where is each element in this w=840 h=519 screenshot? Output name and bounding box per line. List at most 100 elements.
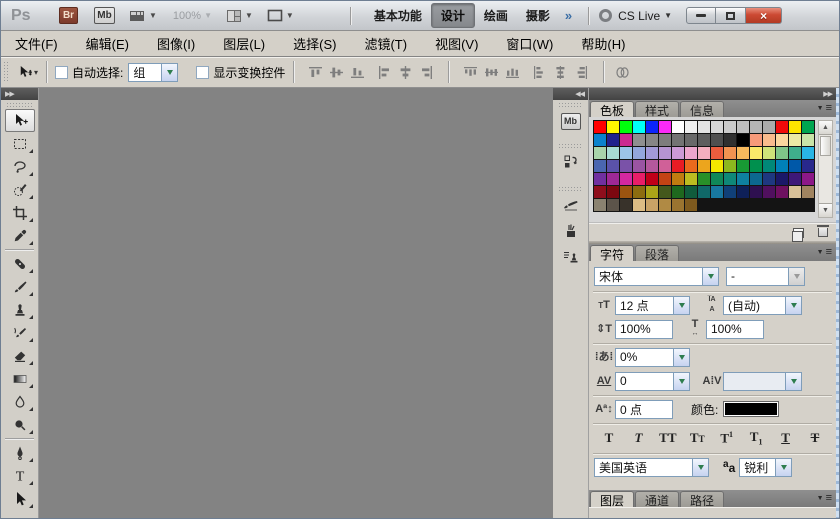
swatch[interactable] xyxy=(633,186,645,198)
swatches-panel-menu-button[interactable]: ▼≡ xyxy=(817,103,832,113)
swatch[interactable] xyxy=(776,173,788,185)
swatch[interactable] xyxy=(685,147,697,159)
swatch[interactable] xyxy=(672,173,684,185)
horizontal-scale-field[interactable]: 100% xyxy=(706,320,764,339)
swatch[interactable] xyxy=(607,160,619,172)
new-swatch-button[interactable] xyxy=(793,228,804,238)
align-vertical-centers-button[interactable] xyxy=(328,65,345,80)
tools-panel-header[interactable]: ▶▶ xyxy=(1,88,38,100)
crop-tool[interactable] xyxy=(5,201,35,224)
dropdown-arrow-icon[interactable] xyxy=(692,458,709,477)
arrange-documents-button[interactable]: ▼ xyxy=(226,9,253,23)
swatch[interactable] xyxy=(646,134,658,146)
dropdown-arrow-icon[interactable] xyxy=(673,372,690,391)
subscript-button[interactable]: T1 xyxy=(744,429,768,447)
swatch[interactable] xyxy=(763,173,775,185)
swatch[interactable] xyxy=(672,186,684,198)
tool-presets-panel-button[interactable] xyxy=(557,219,585,243)
dropdown-arrow-icon[interactable] xyxy=(161,63,178,82)
font-family-dropdown[interactable]: 宋体 xyxy=(594,267,719,286)
auto-select-target-dropdown[interactable]: 组 xyxy=(128,63,178,82)
tab-paragraph[interactable]: 段落 xyxy=(635,245,679,261)
clone-stamp-tool[interactable] xyxy=(5,298,35,321)
menu-layer[interactable]: 图层(L) xyxy=(209,30,279,57)
swatch[interactable] xyxy=(633,160,645,172)
lasso-tool[interactable] xyxy=(5,155,35,178)
swatch[interactable] xyxy=(620,160,632,172)
swatch[interactable] xyxy=(659,173,671,185)
swatch[interactable] xyxy=(711,173,723,185)
dropdown-arrow-icon[interactable] xyxy=(702,267,719,286)
scroll-down-icon[interactable]: ▼ xyxy=(819,203,832,217)
swatch[interactable] xyxy=(711,186,723,198)
swatch[interactable] xyxy=(711,160,723,172)
zoom-level-control[interactable]: 100% ▼ xyxy=(173,10,212,22)
swatch[interactable] xyxy=(802,134,814,146)
swatch[interactable] xyxy=(763,160,775,172)
menu-view[interactable]: 视图(V) xyxy=(421,30,492,57)
small-caps-button[interactable]: TT xyxy=(685,430,709,446)
tools-grip[interactable] xyxy=(6,102,33,107)
workspace-design[interactable]: 设计 xyxy=(431,3,475,28)
scrollbar-thumb[interactable] xyxy=(820,136,831,156)
menu-filter[interactable]: 滤镜(T) xyxy=(350,30,421,57)
swatch[interactable] xyxy=(607,134,619,146)
swatch[interactable] xyxy=(763,121,775,133)
eyedropper-tool[interactable] xyxy=(5,224,35,247)
rectangular-marquee-tool[interactable] xyxy=(5,132,35,155)
swatch[interactable] xyxy=(685,199,697,211)
distribute-right-edges-button[interactable] xyxy=(573,65,590,80)
launch-mini-bridge-button[interactable]: Mb xyxy=(94,7,115,24)
distribute-bottom-edges-button[interactable] xyxy=(504,65,521,80)
swatch[interactable] xyxy=(802,147,814,159)
workspace-photography[interactable]: 摄影 xyxy=(517,4,559,27)
eraser-tool[interactable] xyxy=(5,344,35,367)
swatch[interactable] xyxy=(724,121,736,133)
distribute-left-edges-button[interactable] xyxy=(531,65,548,80)
swatch[interactable] xyxy=(737,121,749,133)
swatch[interactable] xyxy=(685,160,697,172)
swatch[interactable] xyxy=(607,199,619,211)
swatch[interactable] xyxy=(633,121,645,133)
options-grip[interactable] xyxy=(3,61,9,83)
swatch[interactable] xyxy=(633,147,645,159)
vertical-scale-field[interactable]: 100% xyxy=(615,320,673,339)
swatch[interactable] xyxy=(724,134,736,146)
brush-panel-button[interactable] xyxy=(557,193,585,217)
swatch[interactable] xyxy=(672,199,684,211)
swatch[interactable] xyxy=(698,121,710,133)
leading-dropdown[interactable]: (自动) xyxy=(723,296,802,315)
history-brush-tool[interactable] xyxy=(5,321,35,344)
align-horizontal-centers-button[interactable] xyxy=(397,65,414,80)
blur-tool[interactable] xyxy=(5,390,35,413)
swatch[interactable] xyxy=(724,160,736,172)
spot-healing-brush-tool[interactable] xyxy=(5,252,35,275)
view-extras-button[interactable]: ▼ xyxy=(129,9,157,23)
tab-character[interactable]: 字符 xyxy=(590,245,634,261)
pen-tool[interactable] xyxy=(5,441,35,464)
swatch[interactable] xyxy=(620,173,632,185)
quick-selection-tool[interactable] xyxy=(5,178,35,201)
swatch[interactable] xyxy=(698,147,710,159)
menu-image[interactable]: 图像(I) xyxy=(143,30,209,57)
tab-styles[interactable]: 样式 xyxy=(635,101,679,117)
swatch[interactable] xyxy=(646,160,658,172)
swatch[interactable] xyxy=(789,173,801,185)
font-style-dropdown[interactable]: - xyxy=(726,267,805,286)
launch-bridge-button[interactable]: Br xyxy=(59,7,78,24)
align-top-edges-button[interactable] xyxy=(307,65,324,80)
swatch[interactable] xyxy=(724,186,736,198)
swatch[interactable] xyxy=(711,147,723,159)
swatch[interactable] xyxy=(633,134,645,146)
swatch[interactable] xyxy=(672,134,684,146)
align-bottom-edges-button[interactable] xyxy=(349,65,366,80)
swatch[interactable] xyxy=(620,134,632,146)
swatch[interactable] xyxy=(711,121,723,133)
swatch[interactable] xyxy=(750,121,762,133)
swatch[interactable] xyxy=(711,134,723,146)
gradient-tool[interactable] xyxy=(5,367,35,390)
swatch[interactable] xyxy=(789,147,801,159)
menu-help[interactable]: 帮助(H) xyxy=(567,30,639,57)
swatch[interactable] xyxy=(633,199,645,211)
type-tool[interactable]: T xyxy=(5,464,35,487)
